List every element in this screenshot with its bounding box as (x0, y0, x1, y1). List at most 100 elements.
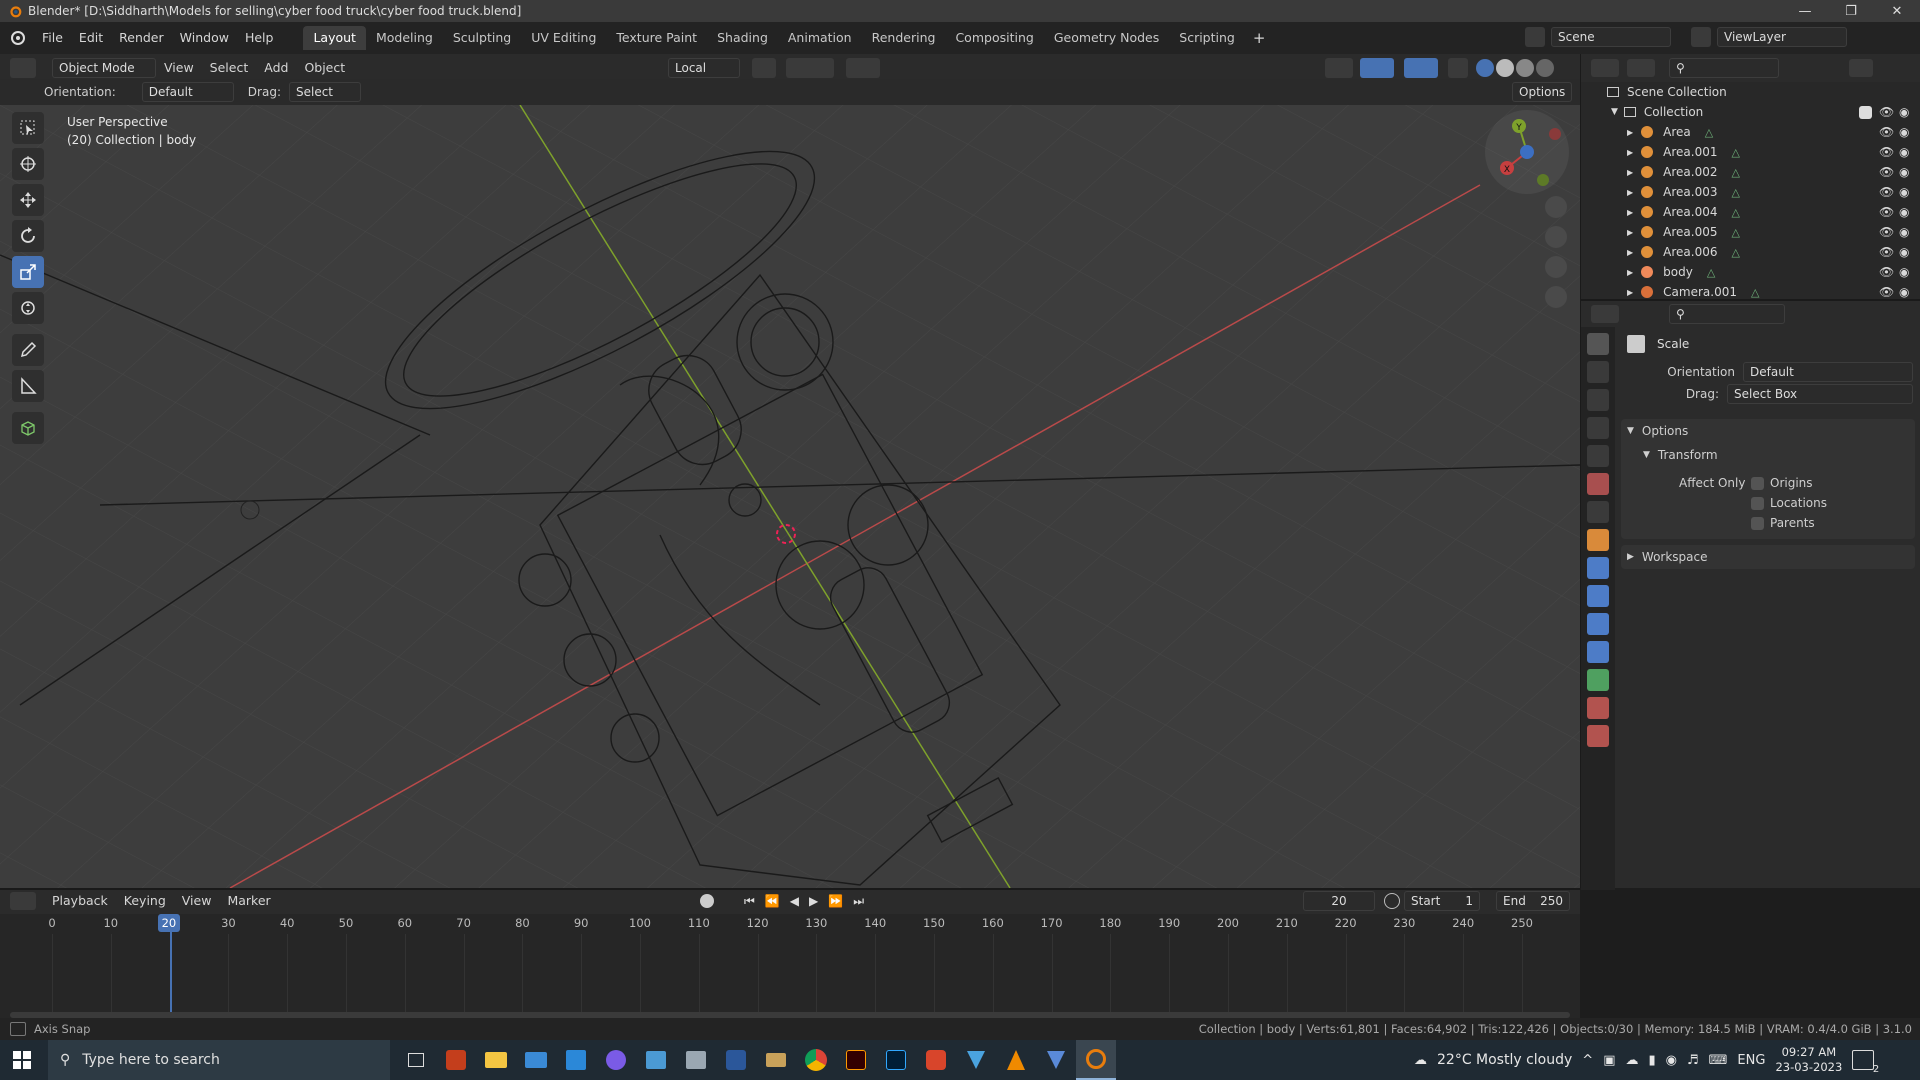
properties-editor-icon[interactable] (1591, 305, 1619, 323)
3d-viewport[interactable]: User Perspective (20) Collection | body (0, 105, 1580, 888)
scale-tool[interactable] (12, 256, 44, 288)
parents-checkbox[interactable] (1751, 516, 1764, 530)
network-icon[interactable]: ◉ (1666, 1053, 1677, 1068)
onedrive-icon[interactable]: ☁ (1626, 1053, 1639, 1068)
viewport-menu-view[interactable]: View (156, 57, 202, 79)
word-icon[interactable] (716, 1040, 756, 1080)
weather-text[interactable]: 22°C Mostly cloudy (1437, 1052, 1572, 1068)
maximize-button[interactable]: ❐ (1828, 0, 1874, 22)
annotate-tool[interactable] (12, 334, 44, 366)
pivot-point-icon[interactable] (752, 58, 776, 78)
data-icon[interactable]: △ (1732, 206, 1740, 219)
viewport-menu-add[interactable]: Add (256, 57, 296, 79)
render-camera-icon[interactable]: ◉ (1899, 265, 1909, 279)
close-button[interactable]: ✕ (1874, 0, 1920, 22)
tab-uv-editing[interactable]: UV Editing (521, 26, 606, 50)
visibility-eye-icon[interactable]: 👁 (1879, 285, 1894, 299)
data-icon[interactable]: △ (1732, 226, 1740, 239)
design-app-icon[interactable] (916, 1040, 956, 1080)
jump-start-icon[interactable]: ⏮ (744, 894, 755, 909)
tab-modeling[interactable]: Modeling (366, 26, 443, 50)
render-camera-icon[interactable]: ◉ (1899, 185, 1909, 199)
gizmo-toggle-icon[interactable] (1360, 58, 1394, 78)
add-workspace-button[interactable]: + (1245, 27, 1274, 49)
battery-icon[interactable]: ▮ (1649, 1053, 1656, 1068)
workspace-panel-header[interactable]: ▶ Workspace (1621, 545, 1915, 569)
snap-icon[interactable] (786, 58, 834, 78)
expand-arrow-icon[interactable]: ▶ (1627, 148, 1633, 157)
zoom-icon[interactable] (1545, 196, 1567, 218)
tab-tool-icon[interactable] (1587, 333, 1609, 355)
app-icon[interactable] (636, 1040, 676, 1080)
camera-view-icon[interactable] (1545, 256, 1567, 278)
props-drag-dropdown[interactable]: Select Box (1727, 384, 1913, 404)
timeline-ruler[interactable]: 0 10 20 30 40 50 60 70 80 90 100 110 120 130 140 150 160… (0, 914, 1580, 1018)
visibility-eye-icon[interactable]: 👁 (1879, 165, 1894, 179)
view-object-types-icon[interactable] (1325, 58, 1353, 78)
timeline-menu-playback[interactable]: Playback (44, 890, 116, 912)
navigation-gizmo[interactable]: X Y (1485, 110, 1569, 194)
shading-wireframe-icon[interactable] (1476, 59, 1494, 77)
expand-arrow-icon[interactable]: ▶ (1627, 168, 1633, 177)
shading-rendered-icon[interactable] (1536, 59, 1554, 77)
blender-menu-icon[interactable] (0, 28, 34, 48)
file-explorer-icon[interactable] (476, 1040, 516, 1080)
menu-edit[interactable]: Edit (71, 27, 111, 49)
drag-dropdown[interactable]: Select Box (288, 82, 361, 117)
scene-selector[interactable]: Scene (1551, 27, 1671, 47)
vectorworks-icon[interactable] (956, 1040, 996, 1080)
tab-compositing[interactable]: Compositing (945, 26, 1043, 50)
tab-output-icon[interactable] (1587, 389, 1609, 411)
tab-animation[interactable]: Animation (778, 26, 862, 50)
start-button[interactable] (2, 1040, 42, 1080)
shading-solid-icon[interactable] (1496, 59, 1514, 77)
render-camera-icon[interactable]: ◉ (1899, 145, 1909, 159)
clock[interactable]: 09:27 AM 23-03-2023 (1775, 1045, 1842, 1075)
visibility-eye-icon[interactable]: 👁 (1879, 145, 1894, 159)
tab-geometry-nodes[interactable]: Geometry Nodes (1044, 26, 1169, 50)
move-tool[interactable] (12, 184, 44, 216)
outliner-item[interactable]: ▶ Area.003 △ 👁 ◉ (1581, 182, 1920, 202)
expand-arrow-icon[interactable]: ▶ (1627, 268, 1633, 277)
origins-checkbox[interactable] (1751, 476, 1764, 490)
powerpoint-icon[interactable] (436, 1040, 476, 1080)
outliner-item[interactable]: ▶ body △ 👁 ◉ (1581, 262, 1920, 282)
task-view-icon[interactable] (396, 1040, 436, 1080)
transform-subpanel-header[interactable]: ▼ Transform (1621, 443, 1915, 467)
properties-search-field[interactable]: ⚲ (1669, 304, 1785, 324)
cursor-tool[interactable] (12, 148, 44, 180)
render-camera-icon[interactable]: ◉ (1899, 225, 1909, 239)
render-camera-icon[interactable]: ◉ (1899, 285, 1909, 299)
render-camera-icon[interactable]: ◉ (1899, 125, 1909, 139)
data-icon[interactable]: △ (1732, 246, 1740, 259)
tab-particles-icon[interactable] (1587, 585, 1609, 607)
data-icon[interactable]: △ (1751, 286, 1759, 299)
display-mode-icon[interactable] (1627, 59, 1655, 77)
play-reverse-icon[interactable]: ◀ (790, 894, 799, 909)
record-keyframe-icon[interactable] (700, 894, 714, 908)
expand-arrow-icon[interactable]: ▶ (1627, 128, 1633, 137)
expand-arrow-icon[interactable]: ▶ (1627, 208, 1633, 217)
tab-collection-icon[interactable] (1587, 501, 1609, 523)
render-camera-icon[interactable]: ◉ (1899, 165, 1909, 179)
render-camera-icon[interactable]: ◉ (1899, 205, 1909, 219)
collapse-arrow-icon[interactable]: ▼ (1611, 107, 1618, 117)
tab-material-icon[interactable] (1587, 697, 1609, 719)
v-app-icon[interactable] (1036, 1040, 1076, 1080)
tab-scene-icon[interactable] (1587, 445, 1609, 467)
view-layer-icon[interactable] (1691, 27, 1711, 47)
tab-object-icon[interactable] (1587, 529, 1609, 551)
jump-end-icon[interactable]: ⏭ (853, 894, 864, 909)
tab-shading[interactable]: Shading (707, 26, 778, 50)
visibility-eye-icon[interactable]: 👁 (1879, 105, 1894, 119)
outliner-item[interactable]: ▶ Area.002 △ 👁 ◉ (1581, 162, 1920, 182)
xray-toggle-icon[interactable] (1448, 58, 1468, 78)
tab-texture-icon[interactable] (1587, 725, 1609, 747)
timeline-menu-keying[interactable]: Keying (116, 890, 174, 912)
tab-layout[interactable]: Layout (303, 26, 366, 50)
taskbar-search-box[interactable]: ⚲ Type here to search (48, 1040, 390, 1080)
hand-pan-icon[interactable] (1545, 226, 1567, 248)
tab-physics-icon[interactable] (1587, 613, 1609, 635)
outliner-item[interactable]: ▶ Area △ 👁 ◉ (1581, 122, 1920, 142)
data-icon[interactable]: △ (1732, 166, 1740, 179)
